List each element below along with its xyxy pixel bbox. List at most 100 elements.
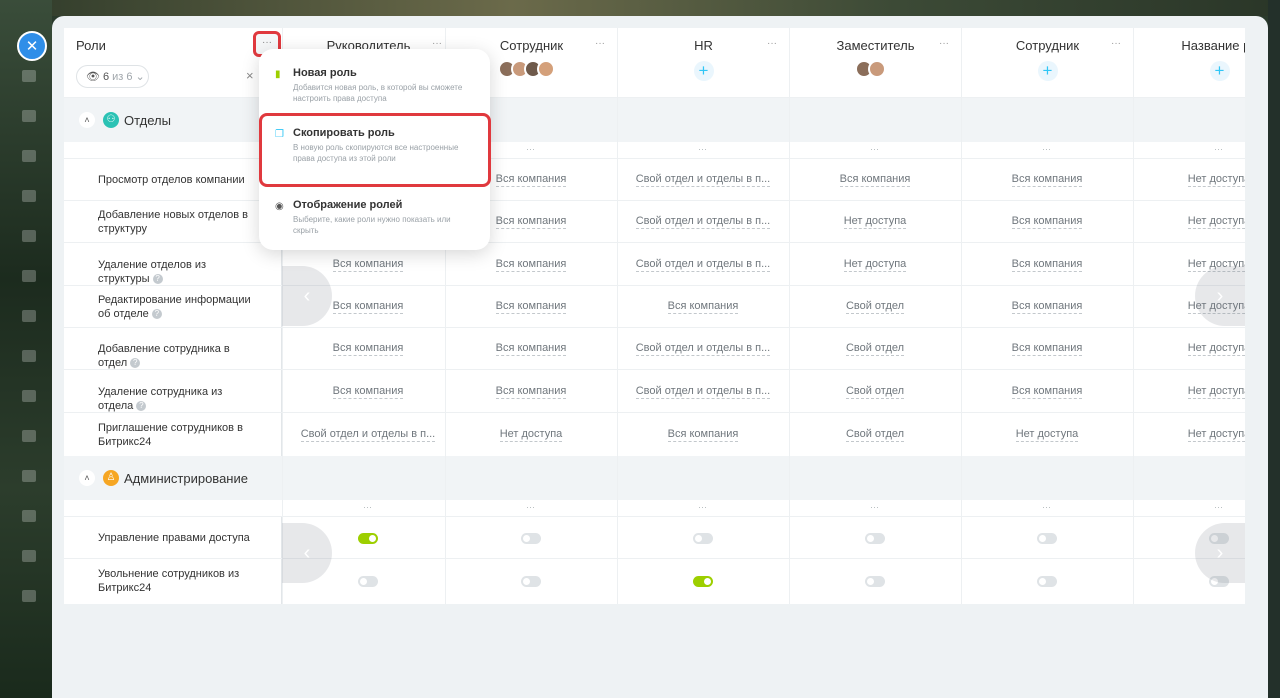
- cell-dots[interactable]: ···: [698, 502, 707, 512]
- cell-dots[interactable]: ···: [1042, 502, 1051, 512]
- cell-dots[interactable]: ···: [870, 144, 879, 154]
- permission-toggle[interactable]: [1037, 532, 1057, 544]
- chevron-up-icon[interactable]: ˄: [79, 112, 95, 128]
- access-level-cell[interactable]: Нет доступа: [1133, 342, 1245, 356]
- section-header[interactable]: ˄ ♙ Администрирование: [64, 456, 1245, 500]
- role-column-header[interactable]: HR ··· +: [617, 28, 789, 98]
- role-members-avatars[interactable]: [498, 60, 555, 78]
- cell-dots[interactable]: ···: [1214, 144, 1223, 154]
- cell-dots[interactable]: ···: [526, 502, 535, 512]
- access-level-value: Нет доступа: [1187, 173, 1245, 187]
- access-level-cell[interactable]: Вся компания: [282, 342, 454, 356]
- access-level-cell[interactable]: Нет доступа: [1133, 215, 1245, 229]
- role-column-header[interactable]: Название ро +: [1133, 28, 1245, 98]
- access-level-cell[interactable]: Вся компания: [282, 384, 454, 399]
- background-right: [1268, 0, 1280, 698]
- permission-toggle[interactable]: [521, 532, 541, 544]
- access-level-cell[interactable]: Свой отдел и отделы в п...: [617, 173, 789, 187]
- cell-dots[interactable]: ···: [870, 502, 879, 512]
- access-level-cell[interactable]: Вся компания: [961, 173, 1133, 187]
- help-icon[interactable]: ?: [152, 273, 163, 284]
- access-level-cell[interactable]: Вся компания: [961, 257, 1133, 272]
- close-slider-button[interactable]: ✕: [17, 31, 47, 61]
- section-header[interactable]: ˄ ⚇ Отделы: [64, 98, 1245, 142]
- permission-label-text: Приглашение сотрудников в Битрикс24: [98, 422, 243, 448]
- permission-toggle[interactable]: [693, 575, 713, 587]
- permission-toggle[interactable]: [358, 575, 378, 587]
- access-level-cell[interactable]: Нет доступа: [1133, 384, 1245, 399]
- role-menu-dots[interactable]: ···: [595, 38, 605, 49]
- role-column-header[interactable]: Заместитель ···: [789, 28, 961, 98]
- copy-role-highlight: [259, 113, 491, 187]
- access-level-cell[interactable]: Свой отдел: [789, 428, 961, 442]
- access-level-value: Свой отдел и отделы в п...: [635, 215, 771, 229]
- access-level-cell[interactable]: Вся компания: [617, 428, 789, 442]
- access-level-value: Вся компания: [495, 257, 567, 272]
- access-level-cell[interactable]: Вся компания: [789, 173, 961, 187]
- access-level-cell[interactable]: Свой отдел и отделы в п...: [282, 428, 454, 442]
- access-level-value: Вся компания: [1011, 257, 1083, 272]
- access-level-cell[interactable]: Свой отдел: [789, 300, 961, 314]
- role-members-avatars[interactable]: [855, 60, 886, 78]
- permission-label-text: Просмотр отделов компании: [98, 174, 245, 186]
- access-level-cell[interactable]: Нет доступа: [445, 428, 617, 442]
- access-level-cell[interactable]: Вся компания: [961, 384, 1133, 399]
- access-level-value: Нет доступа: [843, 215, 907, 229]
- permission-toggle[interactable]: [693, 532, 713, 544]
- access-level-cell[interactable]: Вся компания: [445, 384, 617, 399]
- cell-dots[interactable]: ···: [1214, 502, 1223, 512]
- access-level-cell[interactable]: Свой отдел и отделы в п...: [617, 257, 789, 272]
- access-level-cell[interactable]: Нет доступа: [1133, 173, 1245, 187]
- access-level-cell[interactable]: Вся компания: [961, 342, 1133, 356]
- permission-toggle[interactable]: [521, 575, 541, 587]
- chevron-up-icon[interactable]: ˄: [79, 470, 95, 486]
- table-row: Удаление отделов из структуры ? Вся компа…: [64, 242, 1245, 285]
- access-level-cell[interactable]: Вся компания: [445, 300, 617, 314]
- help-icon[interactable]: ?: [130, 358, 141, 369]
- cell-dots[interactable]: ···: [363, 502, 372, 512]
- table-row: Добавление новых отделов в структуру Вся …: [64, 200, 1245, 242]
- role-column-header[interactable]: Сотрудник ··· +: [961, 28, 1133, 98]
- left-menu-strip: [16, 70, 44, 670]
- role-menu-dots[interactable]: ···: [767, 38, 777, 49]
- cell-dots[interactable]: ···: [698, 144, 707, 154]
- roles-filter-pill[interactable]: 👁 6 из 6 ⌄: [76, 65, 149, 88]
- permission-toggle[interactable]: [865, 532, 885, 544]
- help-icon[interactable]: ?: [151, 309, 162, 320]
- access-level-value: Свой отдел: [845, 384, 905, 399]
- permission-toggle[interactable]: [865, 575, 885, 587]
- access-level-cell[interactable]: Свой отдел: [789, 384, 961, 399]
- access-level-value: Вся компания: [495, 384, 567, 399]
- access-level-value: Нет доступа: [1187, 342, 1245, 356]
- cell-dots[interactable]: ···: [1042, 144, 1051, 154]
- role-menu-dots[interactable]: ···: [432, 38, 442, 49]
- access-level-cell[interactable]: Свой отдел и отделы в п...: [617, 342, 789, 356]
- add-employee-plus-icon[interactable]: +: [1209, 61, 1230, 81]
- access-level-cell[interactable]: Вся компания: [445, 257, 617, 272]
- add-employee-plus-icon[interactable]: +: [1037, 61, 1058, 81]
- menu-item-show-roles[interactable]: ◉ Отображение ролей Выберите, какие роли…: [259, 199, 490, 236]
- role-menu-dots[interactable]: ···: [1111, 38, 1121, 49]
- permission-toggle[interactable]: [1037, 575, 1057, 587]
- access-level-cell[interactable]: Свой отдел и отделы в п...: [617, 384, 789, 399]
- filter-clear-button[interactable]: ×: [246, 68, 254, 83]
- column-divider: [789, 28, 790, 604]
- access-level-cell[interactable]: Вся компания: [961, 215, 1133, 229]
- access-level-cell[interactable]: Нет доступа: [789, 215, 961, 229]
- access-level-cell[interactable]: Нет доступа: [1133, 428, 1245, 442]
- role-menu-dots[interactable]: ···: [939, 38, 949, 49]
- access-level-cell[interactable]: Свой отдел и отделы в п...: [617, 215, 789, 229]
- eye-icon: ◉: [275, 201, 284, 212]
- permission-toggle[interactable]: [358, 532, 378, 544]
- access-level-value: Нет доступа: [843, 257, 907, 272]
- access-level-cell[interactable]: Вся компания: [961, 300, 1133, 314]
- access-level-cell[interactable]: Нет доступа: [961, 428, 1133, 442]
- help-icon[interactable]: ?: [136, 400, 147, 411]
- menu-item-new-role[interactable]: ▮ Новая роль Добавится новая роль, в кот…: [259, 67, 490, 104]
- access-level-cell[interactable]: Вся компания: [617, 300, 789, 314]
- access-level-cell[interactable]: Вся компания: [445, 342, 617, 356]
- access-level-cell[interactable]: Нет доступа: [789, 257, 961, 272]
- add-employee-plus-icon[interactable]: +: [693, 61, 714, 81]
- cell-dots[interactable]: ···: [526, 144, 535, 154]
- access-level-cell[interactable]: Свой отдел: [789, 342, 961, 356]
